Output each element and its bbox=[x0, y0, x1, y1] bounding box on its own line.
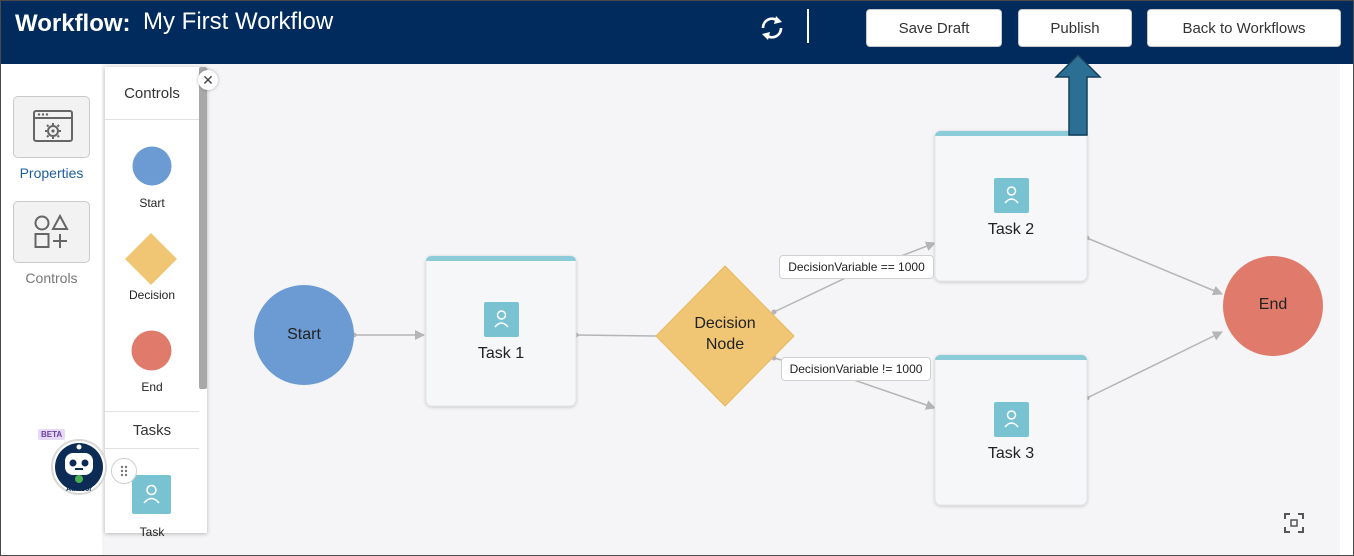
palette-end-control[interactable] bbox=[131, 330, 172, 371]
palette-task-control[interactable] bbox=[132, 475, 171, 514]
properties-tab-label[interactable]: Properties bbox=[1, 165, 102, 181]
palette-end-label: End bbox=[141, 380, 163, 394]
sync-icon[interactable] bbox=[757, 14, 787, 42]
task3-node-label: Task 3 bbox=[987, 445, 1035, 462]
edge-task1-decision[interactable] bbox=[575, 334, 657, 337]
close-palette-icon[interactable]: ✕ bbox=[198, 70, 218, 90]
palette-decision-control[interactable] bbox=[124, 232, 178, 286]
start-node-label: Start bbox=[287, 326, 321, 343]
edge-label-not-equals[interactable]: DecisionVariable != 1000 bbox=[781, 357, 931, 381]
drag-handle-icon[interactable] bbox=[111, 458, 137, 484]
edge-task2-end[interactable] bbox=[1086, 237, 1223, 296]
publish-button[interactable]: Publish bbox=[1018, 9, 1132, 47]
task2-node-label: Task 2 bbox=[987, 221, 1035, 238]
palette-start-label: Start bbox=[139, 196, 165, 210]
end-node-label: End bbox=[1258, 296, 1288, 313]
publish-callout-arrow bbox=[1054, 53, 1102, 136]
task1-node-label: Task 1 bbox=[477, 345, 525, 362]
edge-label-equals[interactable]: DecisionVariable == 1000 bbox=[779, 255, 934, 279]
advisor-robot-icon[interactable]: Advisor bbox=[47, 437, 111, 495]
controls-tab-button[interactable] bbox=[13, 201, 90, 263]
palette-tasks-title: Tasks bbox=[132, 422, 172, 439]
back-to-workflows-button[interactable]: Back to Workflows bbox=[1147, 9, 1341, 47]
properties-icon bbox=[33, 110, 73, 142]
fit-to-screen-icon[interactable] bbox=[1283, 512, 1305, 534]
palette-start-control[interactable] bbox=[132, 146, 172, 186]
decision-node-label-line2: Node bbox=[705, 336, 745, 353]
palette-decision-label: Decision bbox=[128, 288, 176, 302]
header-divider bbox=[807, 9, 809, 43]
properties-tab-button[interactable] bbox=[13, 96, 90, 158]
controls-tab-label[interactable]: Controls bbox=[1, 270, 102, 286]
workflow-name[interactable]: My First Workflow bbox=[143, 8, 333, 36]
canvas-drawing bbox=[254, 130, 1323, 506]
palette-task-label: Task bbox=[139, 525, 165, 539]
shapes-icon bbox=[34, 213, 69, 248]
advisor-label: Advisor bbox=[66, 486, 92, 493]
workflow-canvas[interactable]: Start Task 1 Decision Node Task 2 Task 3… bbox=[102, 64, 1340, 555]
palette-divider bbox=[105, 119, 199, 120]
palette-divider bbox=[105, 411, 199, 412]
decision-node-label-line1: Decision bbox=[694, 315, 756, 332]
workflow-label: Workflow: bbox=[15, 10, 131, 37]
grip-dots-icon bbox=[120, 465, 128, 477]
edge-task3-end[interactable] bbox=[1086, 331, 1223, 399]
app-header: Workflow: My First Workflow Save Draft P… bbox=[1, 1, 1353, 64]
save-draft-button[interactable]: Save Draft bbox=[866, 9, 1002, 47]
palette-controls-title: Controls bbox=[124, 85, 180, 102]
palette-divider bbox=[105, 448, 199, 449]
palette-scrollbar[interactable] bbox=[199, 67, 207, 389]
